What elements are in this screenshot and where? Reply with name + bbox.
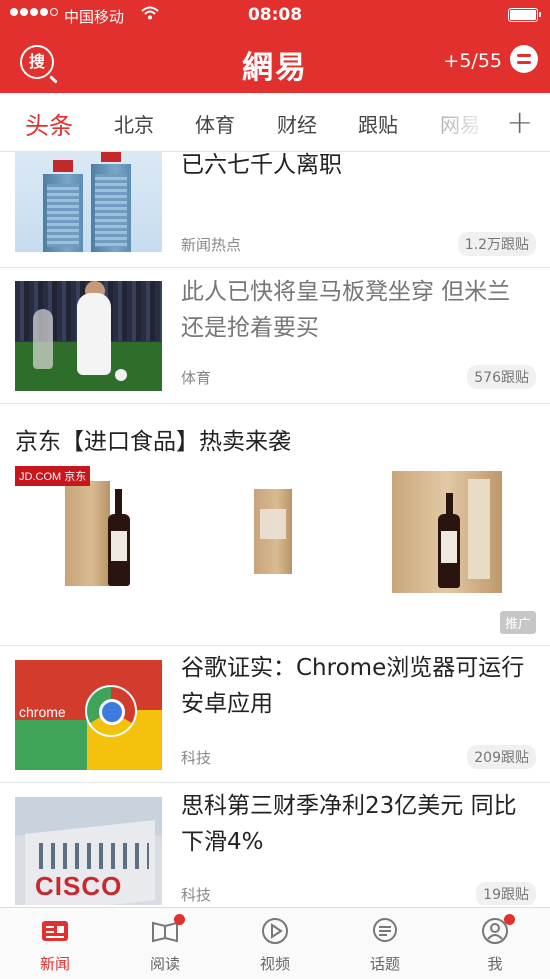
notification-dot <box>174 914 185 925</box>
coin-icon[interactable] <box>510 45 538 73</box>
add-channel-button[interactable]: + <box>506 103 533 141</box>
news-title: 此人已快将皇马板凳坐穿 但米兰还是抢着要买 <box>181 279 511 341</box>
tab-comments[interactable]: 跟贴 <box>358 109 398 138</box>
nav-news[interactable]: 新闻 <box>0 908 110 979</box>
ad-title: 京东【进口食品】热卖来袭 <box>15 429 291 455</box>
nav-label: 新闻 <box>39 955 70 973</box>
ad-product-image <box>15 469 162 594</box>
nav-me[interactable]: 我 <box>440 908 550 979</box>
bottom-nav: 新闻 阅读 视频 话题 我 <box>0 907 550 979</box>
tab-headlines[interactable]: 头条 <box>25 106 73 141</box>
news-item[interactable]: CISCO 思科第三财季净利23亿美元 同比下滑4% 科技 19跟贴 <box>0 783 550 905</box>
news-title: 思科第三财季净利23亿美元 同比下滑4% <box>181 793 517 855</box>
chrome-logo-icon <box>85 685 137 737</box>
news-item[interactable]: chrome 谷歌证实：Chrome浏览器可运行安卓应用 科技 209跟贴 <box>0 646 550 783</box>
ad-item[interactable]: 京东【进口食品】热卖来袭 JD.COM 京东 推广 <box>0 404 550 646</box>
tabs-fade-overlay <box>435 93 495 150</box>
news-item[interactable]: 武钢被曝再“优化”超六千人 此前已六七千人离职 新闻热点 1.2万跟贴 <box>0 152 550 268</box>
battery-icon <box>508 8 541 22</box>
news-source: 科技 <box>181 886 212 904</box>
promoted-tag: 推广 <box>499 611 536 634</box>
channel-tabs: 头条 北京 体育 财经 跟贴 网易 + <box>0 93 550 152</box>
play-icon <box>262 918 288 944</box>
news-thumbnail <box>15 281 162 391</box>
news-thumbnail <box>15 152 162 252</box>
topic-icon <box>373 918 397 942</box>
notification-dot <box>504 914 515 925</box>
top-bar: 中国移动 08:08 搜 網易 +5/55 <box>0 0 550 93</box>
news-thumbnail: chrome <box>15 660 162 770</box>
comment-count-badge[interactable]: 1.2万跟贴 <box>457 232 536 256</box>
news-thumbnail: CISCO <box>15 797 162 905</box>
thumbnail-text: chrome <box>19 704 66 720</box>
nav-label: 阅读 <box>149 955 180 973</box>
nav-label: 我 <box>487 955 503 973</box>
thumbnail-text: CISCO <box>35 871 123 901</box>
news-icon <box>42 921 68 941</box>
news-item[interactable]: 此人已快将皇马板凳坐穿 但米兰还是抢着要买 体育 576跟贴 <box>0 267 550 404</box>
nav-reading[interactable]: 阅读 <box>110 908 220 979</box>
comment-count-badge[interactable]: 209跟贴 <box>467 745 536 769</box>
news-source: 体育 <box>181 369 212 387</box>
comment-count-badge[interactable]: 19跟贴 <box>476 882 536 905</box>
app-screen: 中国移动 08:08 搜 網易 +5/55 头条 北京 体育 财经 跟贴 网易 … <box>0 0 550 979</box>
news-feed[interactable]: 武钢被曝再“优化”超六千人 此前已六七千人离职 新闻热点 1.2万跟贴 此人已快… <box>0 152 550 905</box>
coin-count[interactable]: +5/55 <box>443 50 502 72</box>
comment-count-badge[interactable]: 576跟贴 <box>467 365 536 389</box>
nav-video[interactable]: 视频 <box>220 908 330 979</box>
jd-badge: JD.COM 京东 <box>15 466 91 486</box>
news-source: 科技 <box>181 749 212 767</box>
nav-label: 视频 <box>259 955 290 973</box>
news-title: 谷歌证实：Chrome浏览器可运行安卓应用 <box>181 655 525 717</box>
news-title: 武钢被曝再“优化”超六千人 此前已六七千人离职 <box>181 152 342 178</box>
tab-beijing[interactable]: 北京 <box>114 109 154 138</box>
nav-label: 话题 <box>369 955 400 973</box>
nav-topics[interactable]: 话题 <box>330 908 440 979</box>
tab-sports[interactable]: 体育 <box>195 109 235 138</box>
ad-product-image <box>388 469 535 594</box>
clock: 08:08 <box>247 5 303 25</box>
news-source: 新闻热点 <box>181 236 242 254</box>
status-bar: 中国移动 08:08 <box>0 0 550 34</box>
tab-finance[interactable]: 财经 <box>277 109 317 138</box>
ad-product-image <box>202 469 349 594</box>
